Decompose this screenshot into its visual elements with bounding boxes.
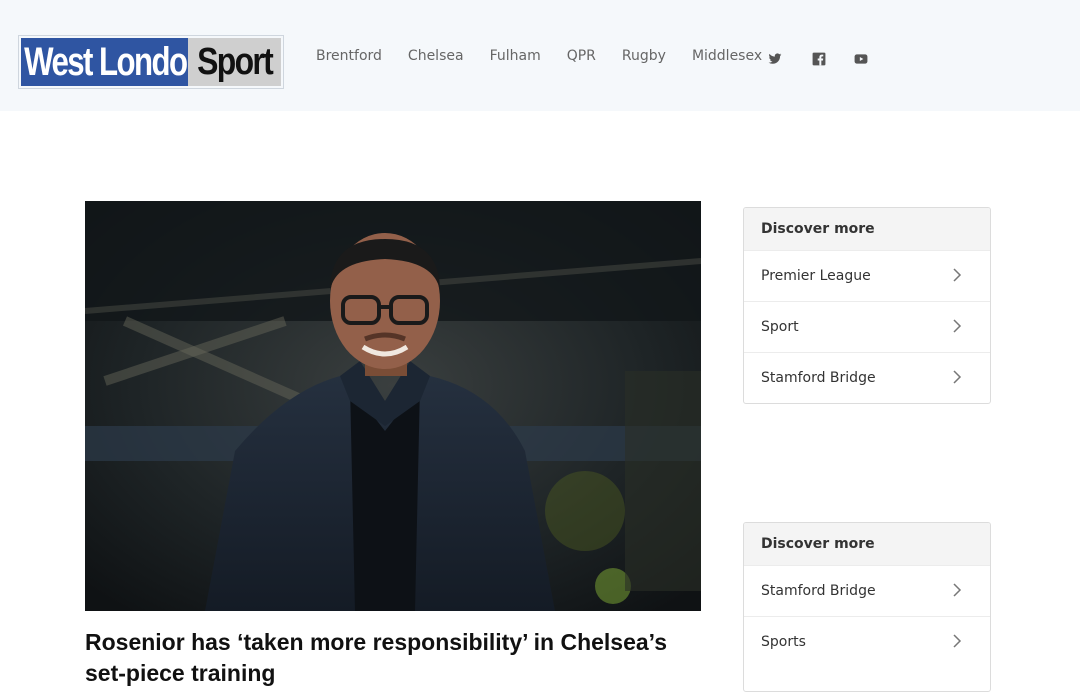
chevron-right-icon (953, 319, 962, 333)
discover-item-label: Stamford Bridge (761, 583, 876, 599)
logo-text-sport: Sport (188, 38, 281, 86)
nav-brentford[interactable]: Brentford (316, 46, 382, 66)
nav-fulham[interactable]: Fulham (490, 46, 541, 66)
discover-item-premier-league[interactable]: Premier League (744, 250, 990, 301)
nav-middlesex[interactable]: Middlesex (692, 46, 762, 66)
discover-item-sports[interactable]: Sports (744, 616, 990, 667)
chevron-right-icon (953, 370, 962, 384)
discover-more-widget-1: Discover more Premier League Sport Stamf… (743, 207, 991, 404)
site-logo[interactable]: West London Sport (18, 35, 284, 89)
article-hero-image[interactable] (85, 201, 701, 611)
widget-title: Discover more (744, 523, 990, 565)
widget-title: Discover more (744, 208, 990, 250)
youtube-icon[interactable] (854, 52, 868, 66)
discover-item-stamford-bridge[interactable]: Stamford Bridge (744, 565, 990, 616)
nav-rugby[interactable]: Rugby (622, 46, 666, 66)
nav-qpr[interactable]: QPR (567, 46, 596, 66)
logo-blue-panel: West London (21, 38, 188, 86)
article-headline[interactable]: Rosenior has ‘taken more responsibility’… (85, 627, 705, 689)
discover-item-label: Premier League (761, 268, 871, 284)
discover-more-widget-2: Discover more Stamford Bridge Sports (743, 522, 991, 692)
hero-photo (85, 201, 701, 611)
main-nav: Brentford Chelsea Fulham QPR Rugby Middl… (316, 46, 788, 66)
facebook-icon[interactable] (812, 52, 826, 66)
chevron-right-icon (953, 268, 962, 282)
chevron-right-icon (953, 634, 962, 648)
discover-item-label: Sports (761, 634, 806, 650)
chevron-right-icon (953, 583, 962, 597)
discover-item-label: Sport (761, 319, 799, 335)
twitter-icon[interactable] (768, 52, 782, 66)
discover-item-sport[interactable]: Sport (744, 301, 990, 352)
discover-item-stamford-bridge[interactable]: Stamford Bridge (744, 352, 990, 403)
nav-chelsea[interactable]: Chelsea (408, 46, 464, 66)
site-header: West London Sport Brentford Chelsea Fulh… (0, 0, 1080, 111)
discover-item-label: Stamford Bridge (761, 370, 876, 386)
logo-text-west-london: West London (24, 40, 188, 84)
